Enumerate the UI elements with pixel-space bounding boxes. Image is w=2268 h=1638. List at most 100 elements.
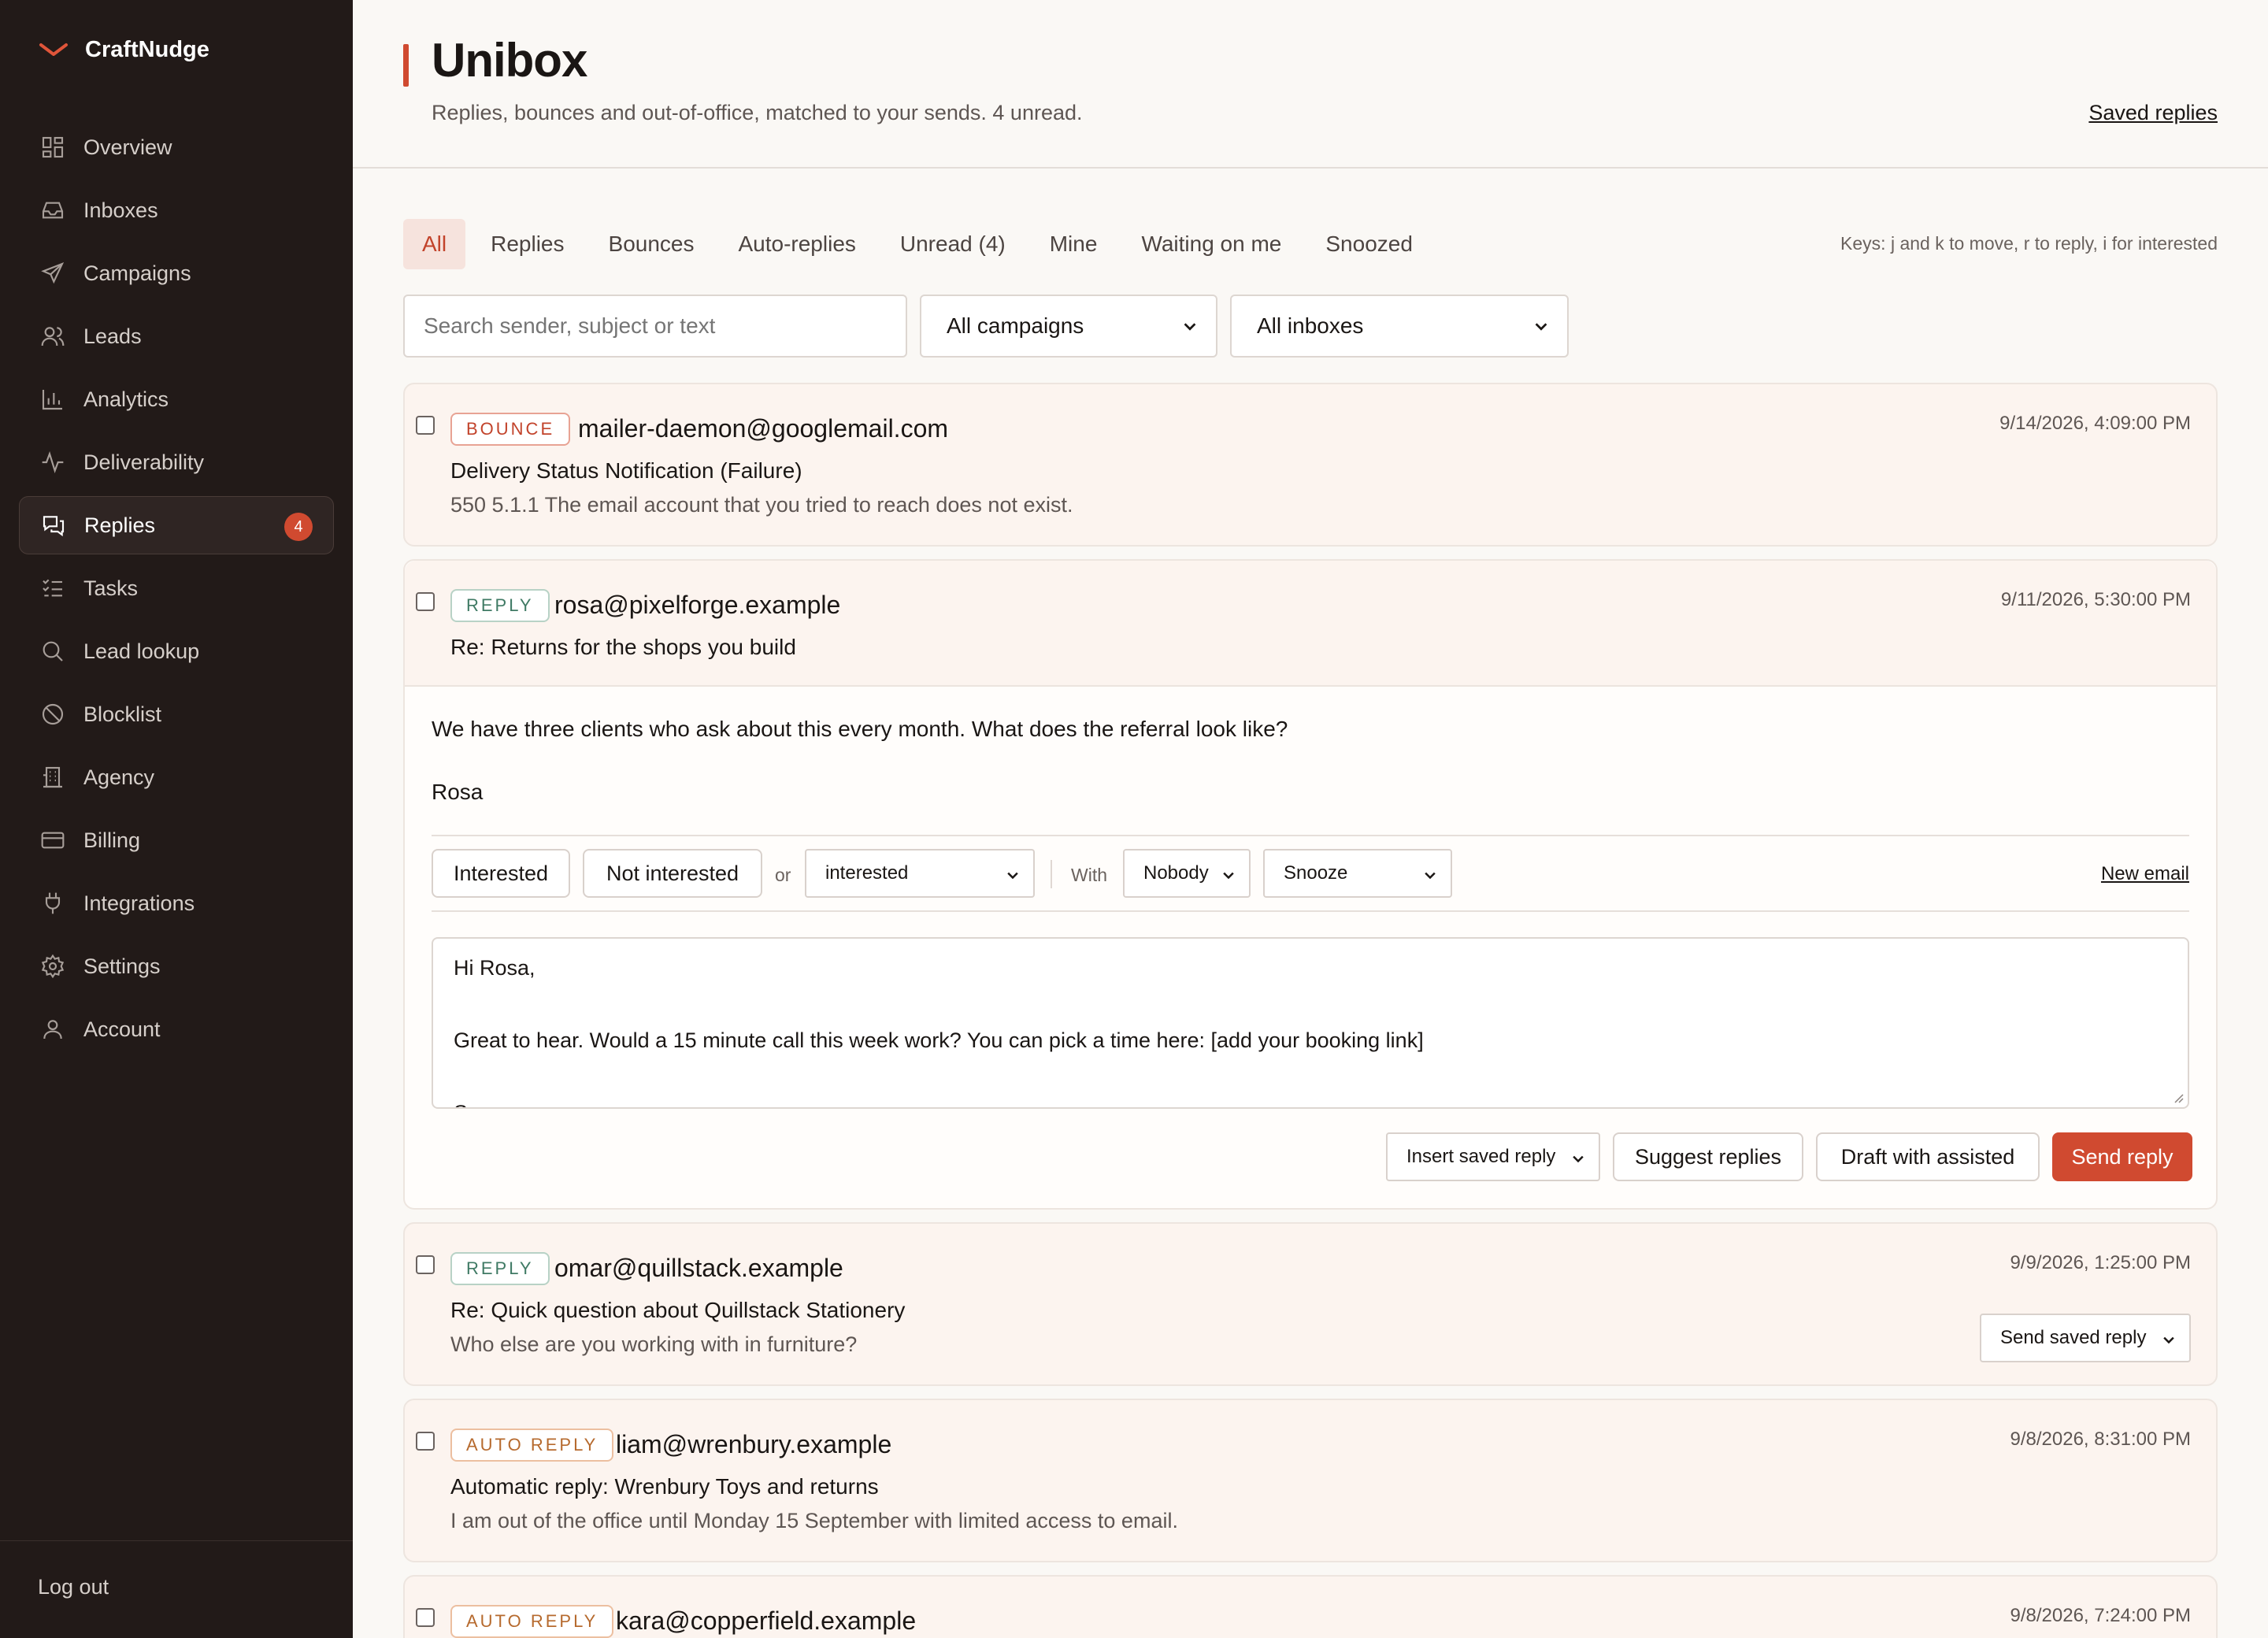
- message-header[interactable]: REPLY rosa@pixelforge.example 9/11/2026,…: [405, 561, 2216, 687]
- tab-mine[interactable]: Mine: [1031, 219, 1117, 269]
- sidebar-item-integrations[interactable]: Integrations: [19, 874, 334, 932]
- chevron-down-icon: [1425, 872, 1436, 880]
- message-time: 9/9/2026, 1:25:00 PM: [2010, 1252, 2192, 1273]
- suggest-replies-button[interactable]: Suggest replies: [1613, 1132, 1803, 1181]
- sidebar-item-leads[interactable]: Leads: [19, 307, 334, 365]
- interested-button[interactable]: Interested: [432, 849, 570, 898]
- sidebar-item-replies[interactable]: Replies 4: [19, 496, 334, 554]
- type-badge: REPLY: [450, 1252, 550, 1285]
- resize-handle-icon[interactable]: [2170, 1090, 2185, 1104]
- search-input[interactable]: [403, 295, 907, 358]
- user-icon: [39, 1016, 66, 1043]
- logo-check-icon: [39, 43, 68, 56]
- sidebar-item-label: Replies: [84, 513, 156, 537]
- filter-tabs: All Replies Bounces Auto-replies Unread …: [403, 219, 1432, 269]
- inbox-select[interactable]: All inboxes: [1230, 295, 1569, 358]
- chevron-down-icon: [2163, 1336, 2174, 1344]
- tab-bounces[interactable]: Bounces: [590, 219, 713, 269]
- gear-icon: [39, 953, 66, 980]
- sender-email: rosa@pixelforge.example: [554, 591, 841, 619]
- sidebar-item-label: Campaigns: [83, 261, 191, 285]
- chevron-down-icon: [1535, 323, 1547, 331]
- chevron-down-icon: [1184, 323, 1196, 331]
- snooze-select[interactable]: Snooze: [1263, 849, 1452, 898]
- send-saved-reply-select[interactable]: Send saved reply: [1980, 1314, 2191, 1362]
- select-checkbox[interactable]: [416, 1608, 435, 1627]
- select-checkbox[interactable]: [416, 1432, 435, 1451]
- chevron-down-icon: [1573, 1155, 1584, 1163]
- sidebar-item-deliverability[interactable]: Deliverability: [19, 433, 334, 491]
- keyboard-hint: Keys: j and k to move, r to reply, i for…: [1840, 233, 2218, 254]
- draft-line: Hi Rosa,: [454, 956, 536, 980]
- sidebar-item-account[interactable]: Account: [19, 1000, 334, 1058]
- type-badge: AUTO REPLY: [450, 1429, 614, 1462]
- tab-replies[interactable]: Replies: [472, 219, 583, 269]
- chevron-down-icon: [1223, 872, 1234, 880]
- message-card[interactable]: BOUNCE mailer-daemon@googlemail.com 9/14…: [403, 383, 2218, 547]
- insert-saved-reply-select[interactable]: Insert saved reply: [1386, 1132, 1600, 1181]
- sidebar-item-agency[interactable]: Agency: [19, 748, 334, 806]
- sidebar-item-label: Integrations: [83, 891, 195, 915]
- sidebar-item-settings[interactable]: Settings: [19, 937, 334, 995]
- new-email-link[interactable]: New email: [2101, 863, 2189, 885]
- tab-snoozed[interactable]: Snoozed: [1306, 219, 1432, 269]
- message-card[interactable]: AUTO REPLY liam@wrenbury.example 9/8/202…: [403, 1399, 2218, 1562]
- type-badge: AUTO REPLY: [450, 1605, 614, 1638]
- inbox-select-value: All inboxes: [1257, 313, 1364, 338]
- sidebar-item-label: Leads: [83, 324, 142, 348]
- sidebar-item-campaigns[interactable]: Campaigns: [19, 244, 334, 302]
- sidebar-item-analytics[interactable]: Analytics: [19, 370, 334, 428]
- message-subject: Re: Quick question about Quillstack Stat…: [450, 1298, 906, 1322]
- send-icon: [39, 260, 66, 287]
- ban-icon: [39, 701, 66, 728]
- tab-unread[interactable]: Unread (4): [881, 219, 1025, 269]
- select-checkbox[interactable]: [416, 592, 435, 611]
- sidebar-item-label: Blocklist: [83, 702, 162, 726]
- message-card[interactable]: AUTO REPLY kara@copperfield.example 9/8/…: [403, 1575, 2218, 1638]
- title-accent-bar: [403, 44, 409, 87]
- snooze-select-value: Snooze: [1284, 862, 1348, 884]
- chevron-down-icon: [1007, 872, 1018, 880]
- tab-waiting-on-me[interactable]: Waiting on me: [1122, 219, 1300, 269]
- inbox-icon: [39, 197, 66, 224]
- building-icon: [39, 764, 66, 791]
- sidebar-nav: Overview Inboxes Campaigns Leads Analyti…: [19, 118, 334, 1063]
- sidebar-item-billing[interactable]: Billing: [19, 811, 334, 869]
- tab-auto-replies[interactable]: Auto-replies: [719, 219, 874, 269]
- logout-link[interactable]: Log out: [38, 1575, 109, 1599]
- draft-line: S: [454, 1101, 468, 1107]
- sender-email: mailer-daemon@googlemail.com: [578, 414, 949, 443]
- sidebar-item-overview[interactable]: Overview: [19, 118, 334, 176]
- grid-icon: [39, 134, 66, 161]
- sender-email: kara@copperfield.example: [616, 1606, 917, 1635]
- status-select[interactable]: interested: [805, 849, 1035, 898]
- sidebar-item-inboxes[interactable]: Inboxes: [19, 181, 334, 239]
- sender-email: omar@quillstack.example: [554, 1254, 843, 1282]
- sidebar-item-tasks[interactable]: Tasks: [19, 559, 334, 617]
- message-card[interactable]: REPLY omar@quillstack.example 9/9/2026, …: [403, 1222, 2218, 1386]
- reply-textarea[interactable]: Hi Rosa, Great to hear. Would a 15 minut…: [432, 937, 2189, 1109]
- unread-badge: 4: [284, 513, 313, 541]
- select-checkbox[interactable]: [416, 416, 435, 435]
- chat-icon: [40, 512, 67, 539]
- send-reply-button[interactable]: Send reply: [2052, 1132, 2192, 1181]
- users-icon: [39, 323, 66, 350]
- message-snippet: 550 5.1.1 The email account that you tri…: [450, 493, 1073, 517]
- status-select-value: interested: [825, 862, 909, 884]
- message-time: 9/11/2026, 5:30:00 PM: [2000, 589, 2191, 610]
- campaign-select[interactable]: All campaigns: [920, 295, 1217, 358]
- assignee-select[interactable]: Nobody: [1123, 849, 1251, 898]
- sidebar-item-label: Inboxes: [83, 198, 158, 222]
- message-snippet: I am out of the office until Monday 15 S…: [450, 1509, 1178, 1532]
- sidebar-item-blocklist[interactable]: Blocklist: [19, 685, 334, 743]
- draft-assisted-button[interactable]: Draft with assisted: [1816, 1132, 2040, 1181]
- sidebar-item-label: Billing: [83, 828, 141, 852]
- brand[interactable]: CraftNudge: [38, 32, 209, 68]
- saved-replies-link[interactable]: Saved replies: [2088, 101, 2218, 125]
- sidebar-item-lead-lookup[interactable]: Lead lookup: [19, 622, 334, 680]
- tab-all[interactable]: All: [403, 219, 466, 269]
- sidebar-divider: [0, 1540, 353, 1541]
- select-checkbox[interactable]: [416, 1255, 435, 1274]
- sidebar-item-label: Account: [83, 1017, 161, 1041]
- not-interested-button[interactable]: Not interested: [583, 849, 762, 898]
